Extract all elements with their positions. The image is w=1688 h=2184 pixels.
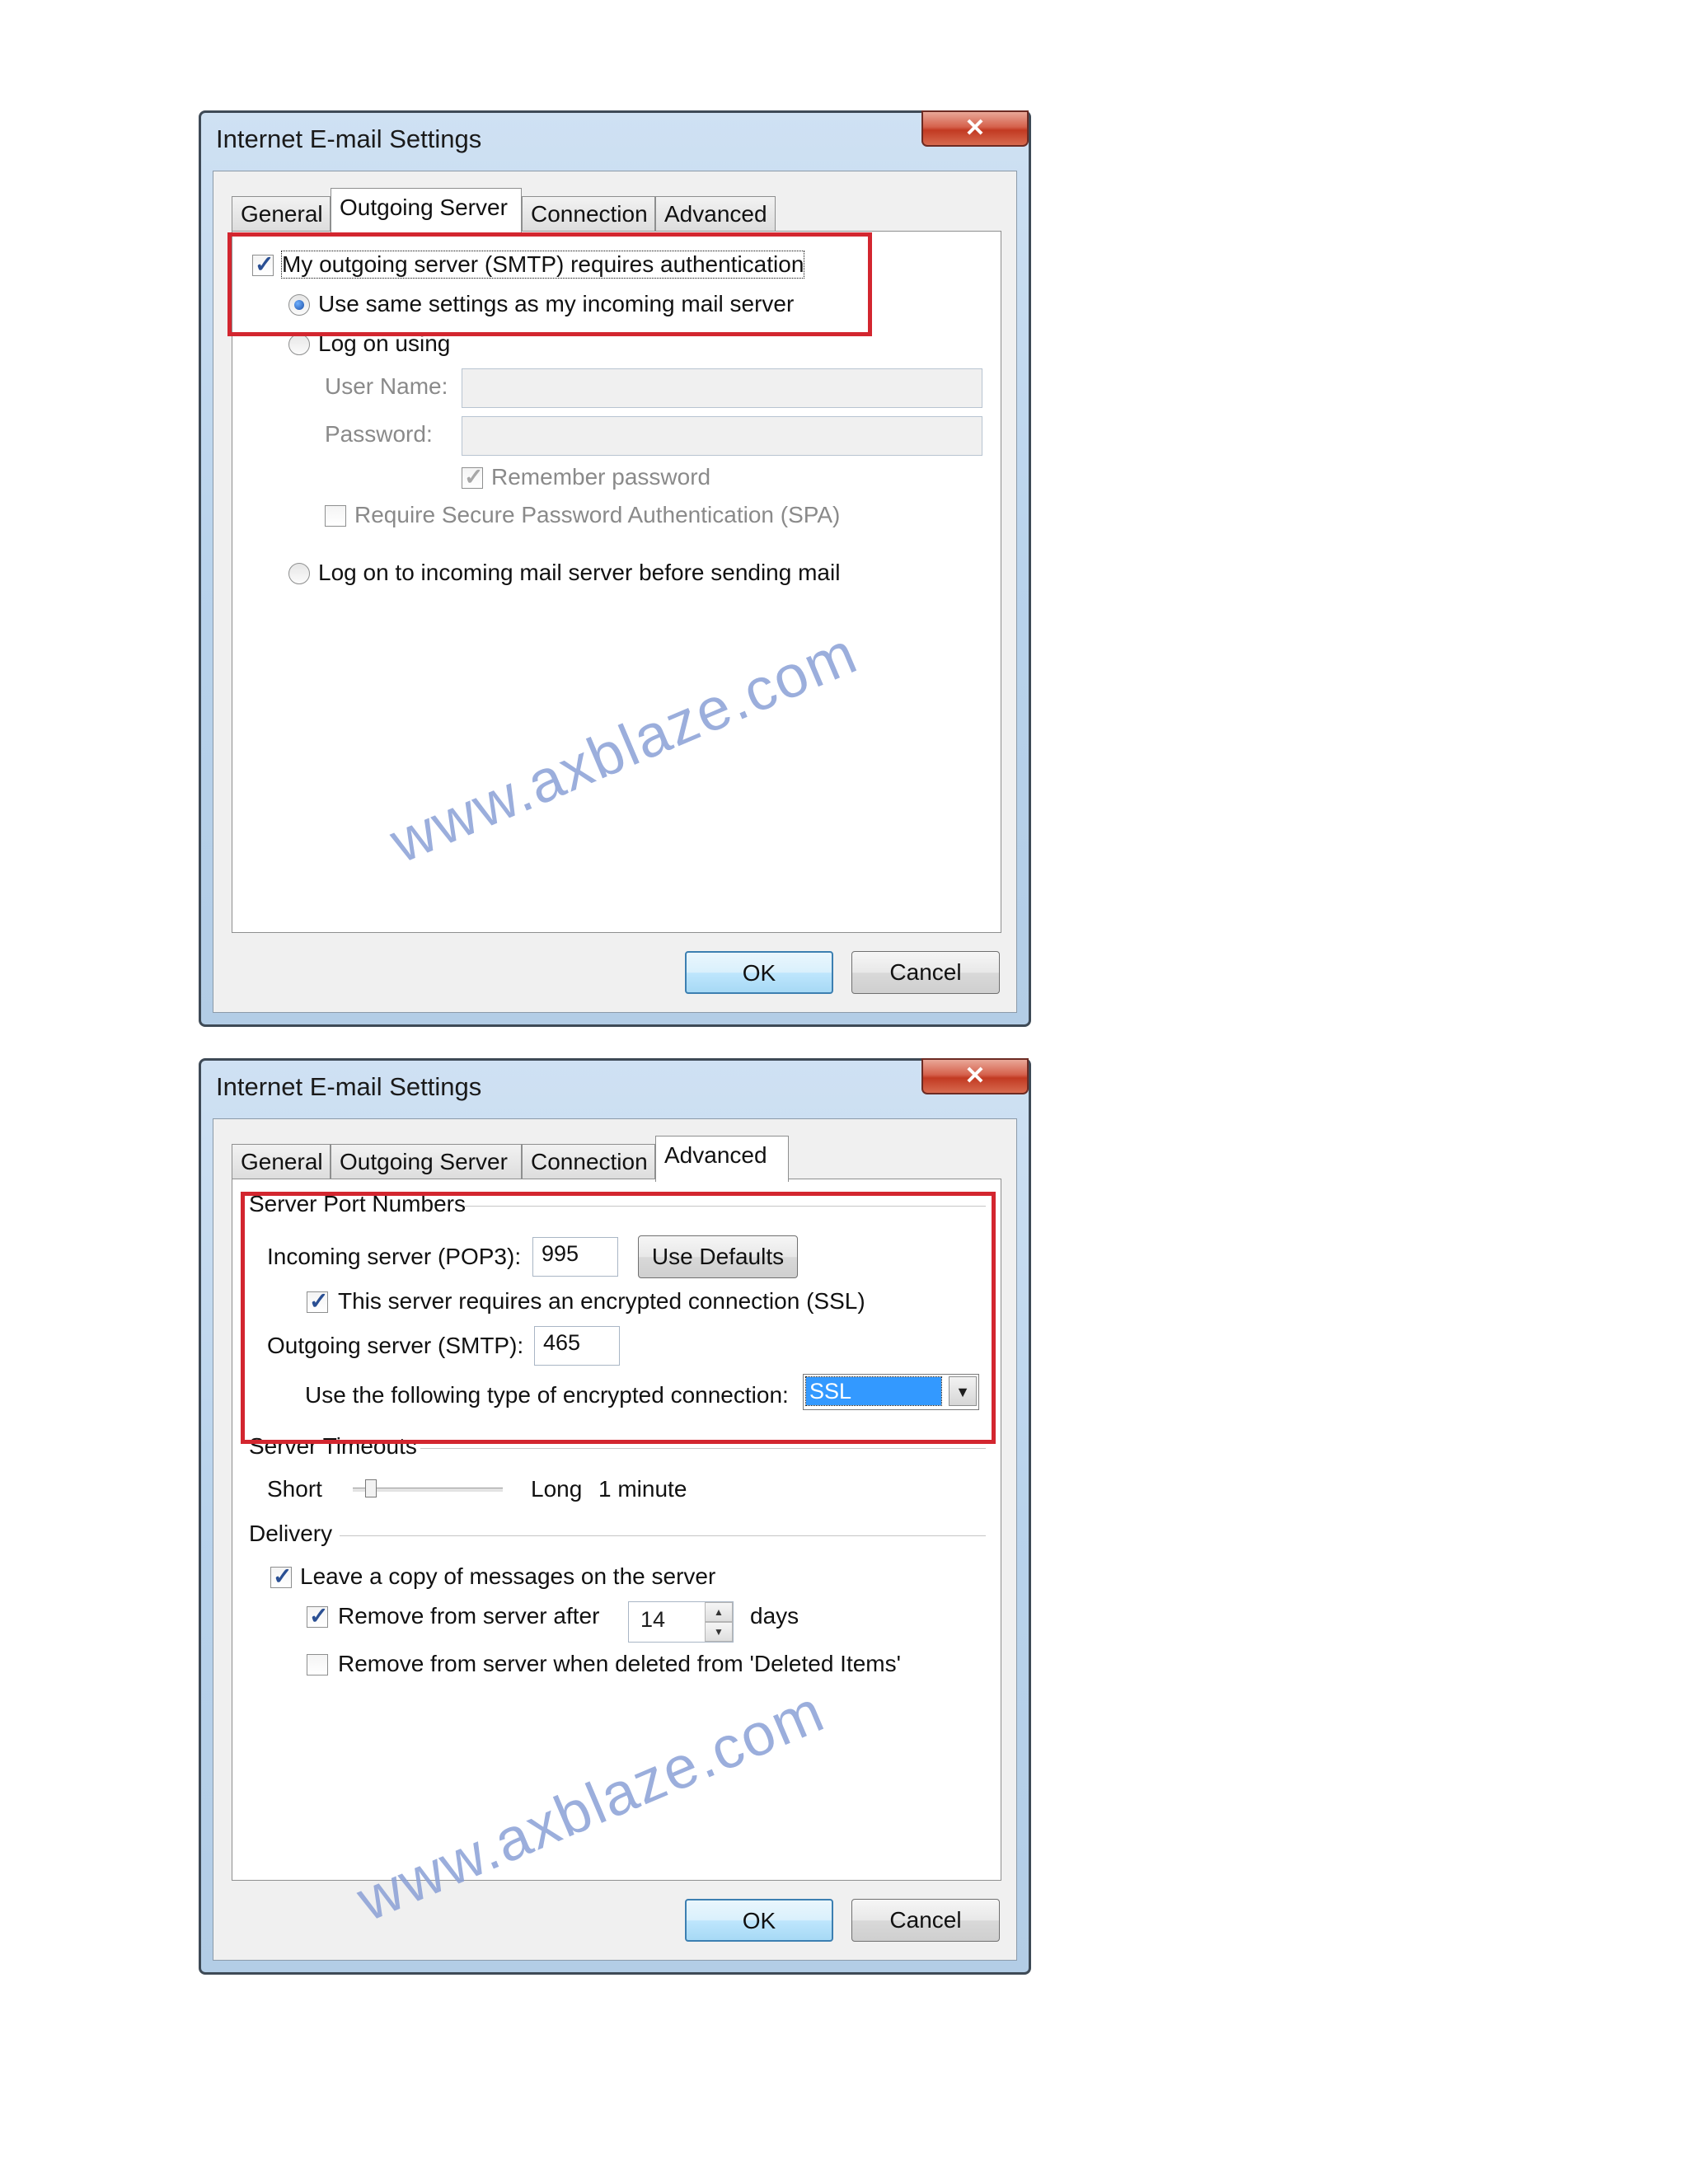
- log-on-incoming-radio[interactable]: [288, 563, 310, 584]
- tab-outgoing-server[interactable]: Outgoing Server: [331, 188, 522, 234]
- tab-general[interactable]: General: [232, 196, 331, 232]
- tab-advanced[interactable]: Advanced: [655, 1136, 789, 1182]
- log-on-incoming-label[interactable]: Log on to incoming mail server before se…: [318, 560, 840, 586]
- remove-after-label[interactable]: Remove from server after: [338, 1603, 599, 1629]
- remember-password-checkbox[interactable]: [462, 463, 483, 490]
- group-divider: [340, 1535, 986, 1536]
- user-name-input[interactable]: [462, 368, 982, 408]
- chevron-up-icon[interactable]: ▲: [705, 1602, 733, 1622]
- password-input[interactable]: [462, 416, 982, 456]
- group-divider: [420, 1448, 986, 1449]
- tab-connection[interactable]: Connection: [522, 1144, 655, 1180]
- require-spa-checkbox[interactable]: [325, 505, 346, 527]
- highlight-box-auth: [227, 232, 872, 336]
- dialog-title: Internet E-mail Settings: [216, 1072, 482, 1101]
- leave-copy-checkbox[interactable]: [270, 1563, 292, 1590]
- close-button[interactable]: ✕: [921, 110, 1029, 147]
- close-icon: ✕: [964, 1062, 986, 1090]
- remove-after-checkbox[interactable]: [307, 1602, 328, 1629]
- chevron-down-icon[interactable]: ▼: [705, 1622, 733, 1642]
- close-button[interactable]: ✕: [921, 1058, 1029, 1094]
- password-label: Password:: [325, 421, 433, 447]
- delivery-heading: Delivery: [249, 1521, 333, 1546]
- remove-after-days-value: 14: [640, 1607, 666, 1632]
- cancel-button[interactable]: Cancel: [851, 1899, 1000, 1942]
- tab-connection[interactable]: Connection: [522, 196, 655, 232]
- leave-copy-label[interactable]: Leave a copy of messages on the server: [300, 1563, 715, 1590]
- remove-after-days-stepper[interactable]: 14 ▲ ▼: [628, 1601, 734, 1643]
- user-name-label: User Name:: [325, 373, 448, 399]
- tab-outgoing-server[interactable]: Outgoing Server: [331, 1144, 522, 1180]
- remove-deleted-label[interactable]: Remove from server when deleted from 'De…: [338, 1651, 901, 1677]
- tab-general[interactable]: General: [232, 1144, 331, 1180]
- timeout-long-label: Long: [531, 1476, 583, 1502]
- timeout-short-label: Short: [267, 1476, 322, 1502]
- require-spa-label[interactable]: Require Secure Password Authentication (…: [354, 502, 840, 528]
- ok-button[interactable]: OK: [685, 951, 833, 994]
- ok-button[interactable]: OK: [685, 1899, 833, 1942]
- days-label: days: [750, 1603, 799, 1629]
- log-on-using-radio[interactable]: [288, 334, 310, 355]
- remember-password-label[interactable]: Remember password: [491, 464, 710, 490]
- close-icon: ✕: [964, 115, 986, 142]
- highlight-box-ports: [241, 1192, 996, 1444]
- cancel-button[interactable]: Cancel: [851, 951, 1000, 994]
- tab-advanced[interactable]: Advanced: [655, 196, 776, 232]
- timeout-slider-thumb[interactable]: [364, 1479, 377, 1497]
- dialog-title: Internet E-mail Settings: [216, 124, 482, 153]
- timeout-value: 1 minute: [598, 1476, 687, 1502]
- remove-deleted-checkbox[interactable]: [307, 1654, 328, 1675]
